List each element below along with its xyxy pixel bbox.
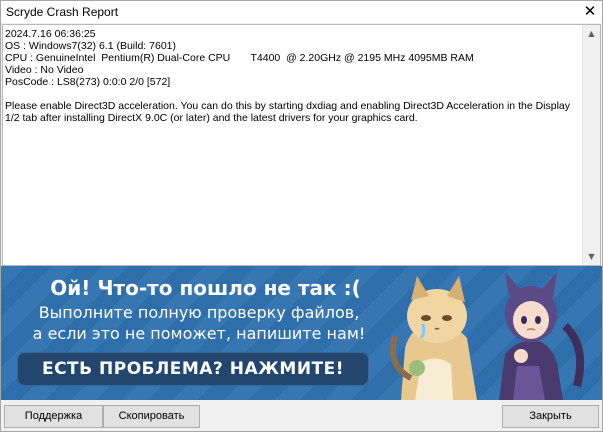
crash-report-window: Scryde Crash Report ✕ 2024.7.16 06:36:25… [0,0,603,432]
report-text: 2024.7.16 06:36:25 OS : Windows7(32) 6.1… [5,28,571,124]
support-button[interactable]: Поддержка [4,405,103,428]
vertical-scrollbar[interactable]: ▲ ▼ [582,25,600,265]
scroll-up-arrow-icon[interactable]: ▲ [583,25,600,42]
scroll-down-arrow-icon[interactable]: ▼ [583,248,600,265]
banner-line-1: Выполните полную проверку файлов, [38,303,360,322]
support-banner[interactable]: Ой! Что-то пошло не так :( Выполните пол… [1,266,602,400]
close-button[interactable]: Закрыть [502,405,599,428]
title-bar: Scryde Crash Report ✕ [1,1,602,23]
report-problem-button[interactable]: ЕСТЬ ПРОБЛЕМА? НАЖМИТЕ! [17,352,369,386]
report-textbox[interactable]: 2024.7.16 06:36:25 OS : Windows7(32) 6.1… [2,24,601,266]
cat-mascot-image [390,276,477,400]
close-icon[interactable]: ✕ [582,3,598,19]
bottom-button-bar: Поддержка Скопировать Закрыть [1,401,602,431]
window-title: Scryde Crash Report [6,5,119,19]
girl-character-image [499,272,585,400]
report-problem-label: ЕСТЬ ПРОБЛЕМА? НАЖМИТЕ! [41,359,345,379]
mascot-illustration [390,272,585,400]
copy-button[interactable]: Скопировать [103,405,200,428]
banner-line-2: а если это не поможет, напишите нам! [32,324,366,343]
banner-headline: Ой! Что-то пошло не так :( [50,276,361,300]
